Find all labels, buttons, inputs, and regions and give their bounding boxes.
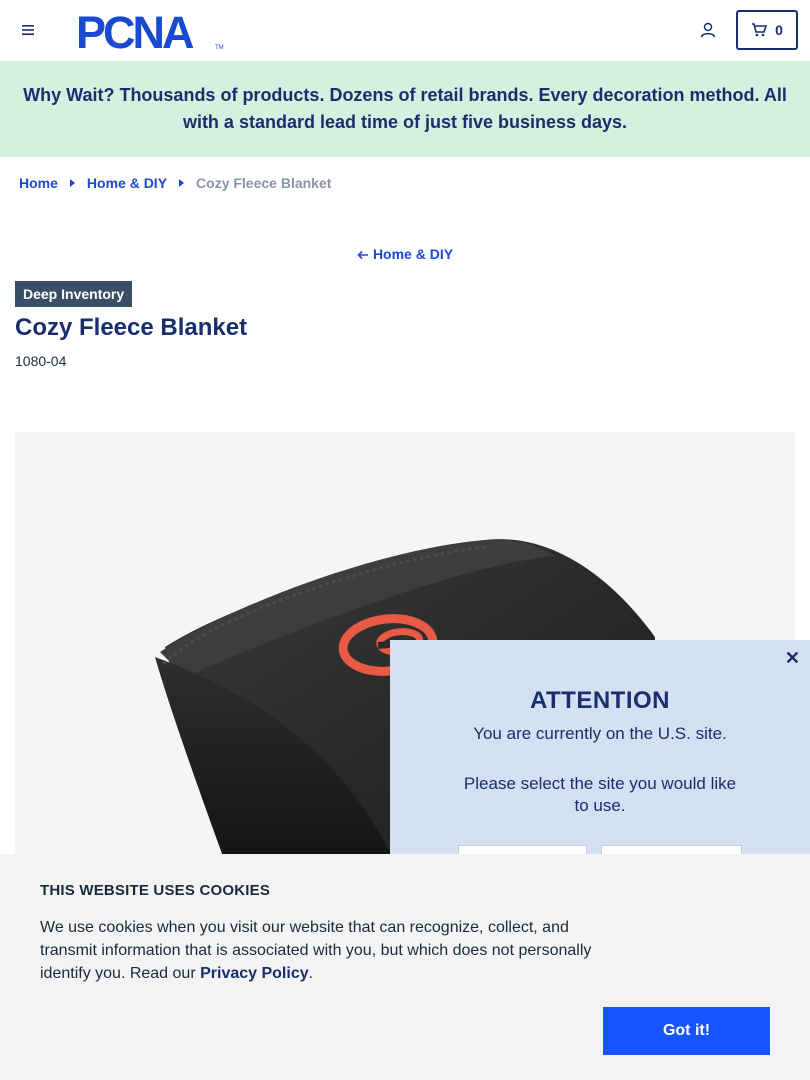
- promo-text: Why Wait? Thousands of products. Dozens …: [23, 85, 787, 132]
- back-to-category-link[interactable]: Home & DIY: [0, 246, 810, 262]
- back-link-label: Home & DIY: [372, 246, 454, 262]
- breadcrumb-arrow-icon: [69, 179, 75, 187]
- site-header: PCNA TM 0: [0, 0, 810, 61]
- attention-current-site: You are currently on the U.S. site.: [473, 724, 727, 743]
- product-sku: 1080-04: [15, 353, 67, 369]
- breadcrumb: Home Home & DIY Cozy Fleece Blanket: [19, 175, 331, 191]
- attention-title: ATTENTION: [529, 687, 671, 714]
- cart-icon: [752, 23, 768, 37]
- region-select-modal: ✕ ATTENTION You are currently on the U.S…: [390, 640, 810, 885]
- cookie-banner: THIS WEBSITE USES COOKIES We use cookies…: [0, 854, 810, 1080]
- svg-text:TM: TM: [215, 45, 224, 51]
- cookie-title: THIS WEBSITE USES COOKIES: [40, 882, 271, 899]
- breadcrumb-current: Cozy Fleece Blanket: [196, 175, 332, 191]
- hamburger-menu-icon[interactable]: [20, 22, 36, 38]
- privacy-policy-link[interactable]: Privacy Policy: [200, 965, 309, 982]
- breadcrumb-home-diy[interactable]: Home & DIY: [87, 175, 167, 191]
- deep-inventory-badge: Deep Inventory: [15, 281, 133, 307]
- pcna-logo[interactable]: PCNA TM: [76, 9, 226, 51]
- cookie-text-end: .: [308, 965, 314, 982]
- cookie-text: We use cookies when you visit our websit…: [40, 916, 600, 985]
- cookie-body: We use cookies when you visit our websit…: [40, 919, 592, 982]
- svg-text:PCNA: PCNA: [76, 9, 194, 51]
- accept-cookies-button[interactable]: Got it!: [603, 1007, 770, 1055]
- account-icon[interactable]: [699, 21, 717, 39]
- breadcrumb-arrow-icon: [179, 179, 185, 187]
- breadcrumb-home[interactable]: Home: [19, 175, 58, 191]
- promo-banner: Why Wait? Thousands of products. Dozens …: [0, 61, 810, 157]
- cart-count: 0: [775, 22, 783, 38]
- close-icon[interactable]: ✕: [785, 648, 800, 669]
- cart-button[interactable]: 0: [736, 10, 798, 50]
- product-title: Cozy Fleece Blanket: [15, 314, 248, 341]
- attention-instructions: Please select the site you would like to…: [463, 774, 737, 815]
- arrow-left-icon: [357, 250, 368, 260]
